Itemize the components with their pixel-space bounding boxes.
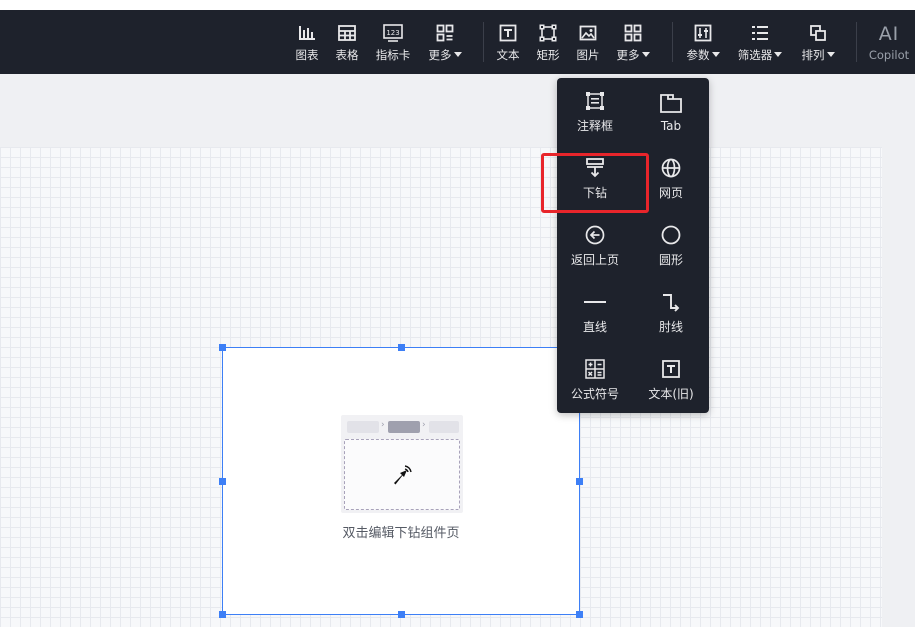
menu-item-line[interactable]: 直线 <box>557 279 633 346</box>
toolbar-more-label-2: 更多 <box>616 47 640 62</box>
line-icon <box>583 290 607 314</box>
elbow-line-icon <box>659 290 683 314</box>
toolbar-chart-button[interactable]: 图表 <box>292 10 322 74</box>
toolbar-more-button-2[interactable]: 更多 <box>613 10 653 74</box>
toolbar-params-label: 参数 <box>686 47 710 62</box>
menu-item-label: Tab <box>660 118 682 133</box>
caret-down-icon <box>711 52 720 57</box>
toolbar-rectangle-label: 矩形 <box>536 47 560 62</box>
grid-more-icon <box>434 22 456 44</box>
menu-item-label: 肘线 <box>658 320 683 334</box>
toolbar-text-label: 文本 <box>496 47 520 62</box>
toolbar-image-button[interactable]: 图片 <box>573 10 603 74</box>
indicator-card-icon: 123 <box>382 22 404 44</box>
menu-item-circle[interactable]: 圆形 <box>633 212 709 279</box>
toolbar-divider <box>672 22 673 62</box>
copilot-label: Copilot <box>868 47 910 62</box>
toolbar: 图表 表格 123 指标卡 更多 文本 矩形 图片 更多 参数 筛选器 排列 A… <box>0 10 915 74</box>
resize-handle[interactable] <box>398 611 405 618</box>
menu-item-label: 下钻 <box>582 186 607 200</box>
resize-handle[interactable] <box>219 611 226 618</box>
toolbar-arrange-label: 排列 <box>801 47 825 62</box>
caret-down-icon <box>826 52 835 57</box>
toolbar-divider <box>856 22 857 62</box>
breadcrumb-bar <box>347 421 379 433</box>
annotation-box-icon <box>583 89 607 113</box>
menu-item-label: 直线 <box>582 320 607 334</box>
breadcrumb-bar <box>429 421 459 433</box>
toolbar-filter-label: 筛选器 <box>737 47 773 62</box>
svg-text:123: 123 <box>386 29 399 37</box>
circle-icon <box>659 223 683 247</box>
toolbar-rectangle-button[interactable]: 矩形 <box>533 10 563 74</box>
drilldown-widget[interactable]: › › 双击编辑下钻组件页 <box>219 344 583 618</box>
toolbar-params-button[interactable]: 参数 <box>683 10 723 74</box>
chevron-right-icon: › <box>422 420 426 430</box>
canvas-margin <box>882 147 915 627</box>
chevron-right-icon: › <box>381 420 385 430</box>
globe-icon <box>659 156 683 180</box>
widget-caption: 双击编辑下钻组件页 <box>342 526 460 541</box>
drilldown-icon <box>583 156 607 180</box>
breadcrumb-bar-active <box>388 421 420 433</box>
toolbar-text-button[interactable]: 文本 <box>493 10 523 74</box>
toolbar-filter-button[interactable]: 筛选器 <box>735 10 785 74</box>
toolbar-ai-copilot-button[interactable]: AI Copilot <box>864 10 914 74</box>
menu-item-label: 注释框 <box>576 119 613 133</box>
menu-item-formula[interactable]: 公式符号 <box>557 346 633 413</box>
resize-handle[interactable] <box>576 611 583 618</box>
top-strip <box>0 0 915 10</box>
rectangle-icon <box>537 22 559 44</box>
menu-item-webpage[interactable]: 网页 <box>633 145 709 212</box>
formula-icon <box>583 357 607 381</box>
image-icon <box>577 22 599 44</box>
menu-item-drilldown[interactable]: 下钻 <box>557 145 633 212</box>
menu-item-text-old[interactable]: 文本(旧) <box>633 346 709 413</box>
menu-item-annotation-box[interactable]: 注释框 <box>557 78 633 145</box>
ai-label: AI <box>878 22 900 45</box>
caret-down-icon <box>641 52 650 57</box>
list-filter-icon <box>749 22 771 44</box>
toolbar-chart-label: 图表 <box>295 47 319 62</box>
click-cursor-icon <box>391 462 415 490</box>
resize-handle[interactable] <box>219 344 226 351</box>
menu-item-label: 公式符号 <box>570 387 619 401</box>
menu-item-label: 网页 <box>658 186 683 200</box>
toolbar-indicator-card-label: 指标卡 <box>375 47 411 62</box>
menu-item-elbow-line[interactable]: 肘线 <box>633 279 709 346</box>
menu-item-label: 返回上页 <box>570 253 619 267</box>
table-icon <box>336 22 358 44</box>
layers-icon <box>807 22 829 44</box>
menu-item-tab[interactable]: Tab <box>633 78 709 145</box>
caret-down-icon <box>774 52 783 57</box>
bar-chart-icon <box>296 22 318 44</box>
menu-item-back-page[interactable]: 返回上页 <box>557 212 633 279</box>
grid-icon <box>622 22 644 44</box>
toolbar-image-label: 图片 <box>576 47 600 62</box>
toolbar-divider <box>483 22 484 62</box>
toolbar-more-button-1[interactable]: 更多 <box>425 10 465 74</box>
tab-icon <box>659 91 683 115</box>
toolbar-more-label-1: 更多 <box>428 47 452 62</box>
toolbar-table-label: 表格 <box>335 47 359 62</box>
resize-handle[interactable] <box>576 478 583 485</box>
drilldown-placeholder: › › <box>341 415 463 513</box>
text-icon <box>497 22 519 44</box>
menu-item-label: 文本(旧) <box>648 387 694 401</box>
text-old-icon <box>659 357 683 381</box>
toolbar-arrange-button[interactable]: 排列 <box>798 10 838 74</box>
resize-handle[interactable] <box>398 344 405 351</box>
resize-handle[interactable] <box>219 478 226 485</box>
toolbar-table-button[interactable]: 表格 <box>332 10 362 74</box>
more-dropdown-menu: 注释框 Tab 下钻 网页 返回上页 圆形 直线 肘线 公式符号 文本(旧) <box>557 78 709 413</box>
caret-down-icon <box>453 52 462 57</box>
toolbar-indicator-card-button[interactable]: 123 指标卡 <box>372 10 414 74</box>
drilldown-content-box <box>344 439 460 510</box>
menu-item-label: 圆形 <box>658 253 683 267</box>
sliders-icon <box>692 22 714 44</box>
back-circle-icon <box>583 223 607 247</box>
